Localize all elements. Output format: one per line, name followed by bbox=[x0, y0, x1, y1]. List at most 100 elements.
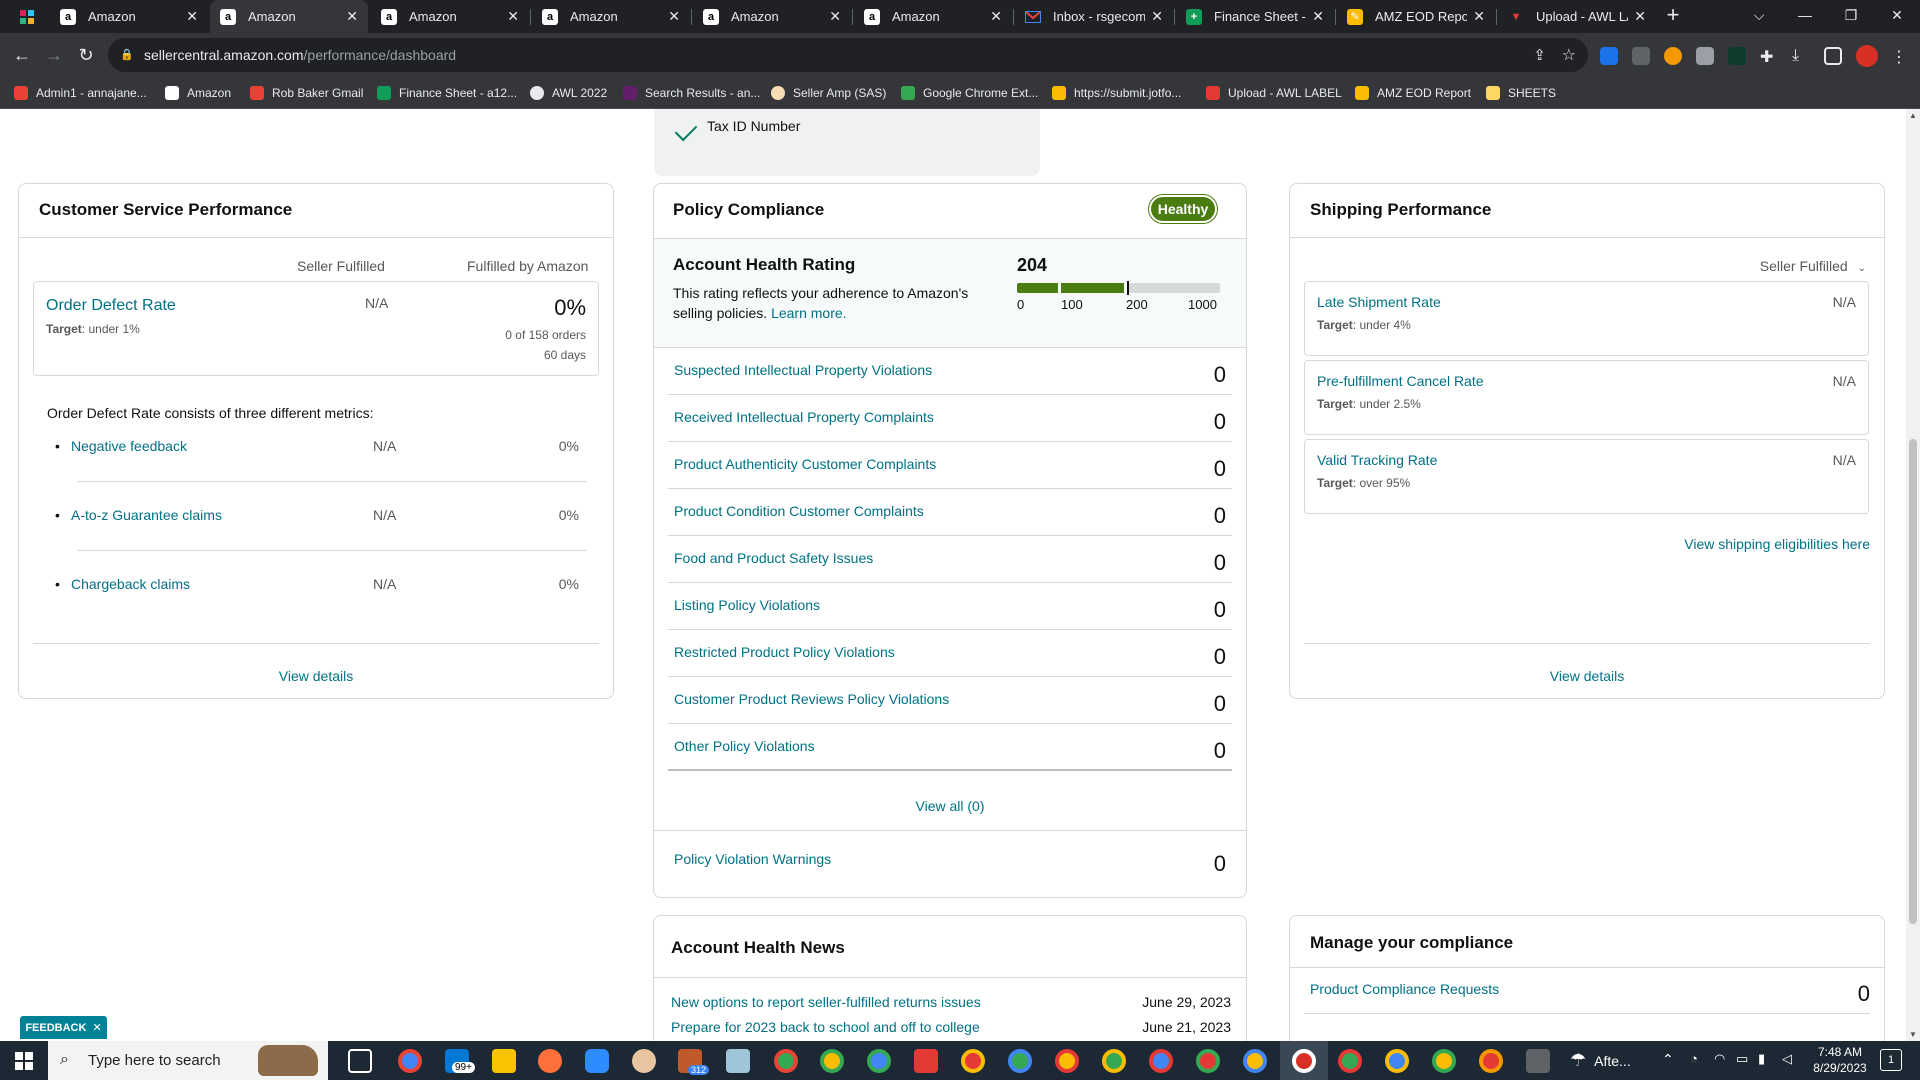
browser-tab[interactable]: + Finance Sheet - a1 ✕ bbox=[1176, 0, 1334, 33]
view-details-link[interactable]: View details bbox=[1290, 668, 1884, 684]
policy-row[interactable]: Product Condition Customer Complaints 0 bbox=[668, 489, 1232, 536]
lock-icon[interactable]: 🔒 bbox=[120, 48, 134, 62]
news-link[interactable]: New options to report seller-fulfilled r… bbox=[671, 994, 981, 1010]
bookmark-item[interactable]: SHEETS bbox=[1486, 84, 1556, 102]
extension-icon[interactable] bbox=[1600, 47, 1618, 65]
bookmark-item[interactable]: Admin1 - annajane... bbox=[14, 84, 147, 102]
policy-row[interactable]: Food and Product Safety Issues 0 bbox=[668, 536, 1232, 583]
close-tab-icon[interactable]: ✕ bbox=[1634, 8, 1646, 25]
chrome-profile-icon[interactable] bbox=[1149, 1049, 1173, 1073]
browser-tab[interactable]: a Amazon ✕ bbox=[50, 0, 208, 33]
bookmark-item[interactable]: Upload - AWL LABEL bbox=[1206, 84, 1342, 102]
bookmark-item[interactable]: Rob Baker Gmail bbox=[250, 84, 363, 102]
policy-row[interactable]: Suspected Intellectual Property Violatio… bbox=[668, 348, 1232, 395]
close-tab-icon[interactable]: ✕ bbox=[990, 8, 1002, 25]
a-to-z-claims-link[interactable]: A-to-z Guarantee claims bbox=[71, 507, 222, 523]
learn-more-link[interactable]: Learn more. bbox=[771, 305, 846, 321]
chrome-profile-icon[interactable] bbox=[1008, 1049, 1032, 1073]
chrome-profile-icon[interactable] bbox=[1243, 1049, 1267, 1073]
scroll-down-icon[interactable]: ▼ bbox=[1909, 1030, 1917, 1039]
tab-search-icon[interactable] bbox=[18, 8, 36, 26]
fulfillment-dropdown[interactable]: Seller Fulfilled ⌄ bbox=[1760, 258, 1866, 274]
close-tab-icon[interactable]: ✕ bbox=[507, 8, 519, 25]
bookmark-item[interactable]: Seller Amp (SAS) bbox=[771, 84, 886, 102]
task-view-icon[interactable] bbox=[348, 1049, 372, 1073]
app-icon[interactable] bbox=[632, 1049, 656, 1073]
chrome-profile-icon[interactable] bbox=[1432, 1049, 1456, 1073]
tab-list-chevron-icon[interactable]: ⌵ bbox=[1736, 0, 1782, 30]
browser-tab[interactable]: a Amazon ✕ bbox=[371, 0, 529, 33]
back-arrow-icon[interactable]: ← bbox=[8, 41, 36, 69]
notepad-icon[interactable] bbox=[726, 1049, 750, 1073]
policy-warnings-row[interactable]: Policy Violation Warnings 0 bbox=[668, 834, 1232, 894]
negative-feedback-link[interactable]: Negative feedback bbox=[71, 438, 187, 454]
windows-start-button[interactable] bbox=[0, 1041, 48, 1080]
page-scrollbar[interactable]: ▲ ▼ bbox=[1906, 109, 1920, 1041]
browser-tab[interactable]: a Amazon ✕ bbox=[854, 0, 1012, 33]
product-compliance-requests-link[interactable]: Product Compliance Requests bbox=[1310, 981, 1499, 997]
forward-arrow-icon[interactable]: → bbox=[40, 41, 68, 69]
kebab-menu-icon[interactable]: ⋮ bbox=[1890, 47, 1908, 66]
chrome-profile-icon[interactable] bbox=[820, 1049, 844, 1073]
scroll-up-icon[interactable]: ▲ bbox=[1909, 111, 1917, 120]
puzzle-icon[interactable]: ✚ bbox=[1760, 47, 1778, 66]
new-tab-button[interactable]: + bbox=[1661, 4, 1685, 28]
extension-icon[interactable] bbox=[1696, 47, 1714, 65]
volume-icon[interactable]: ◁ bbox=[1782, 1051, 1792, 1067]
close-tab-icon[interactable]: ✕ bbox=[1312, 8, 1324, 25]
display-icon[interactable]: ▭ bbox=[1736, 1051, 1748, 1067]
close-window-button[interactable]: ✕ bbox=[1874, 0, 1920, 30]
vivaldi-icon[interactable] bbox=[914, 1049, 938, 1073]
file-explorer-icon[interactable] bbox=[492, 1049, 516, 1073]
close-tab-icon[interactable]: ✕ bbox=[346, 8, 358, 25]
pre-fulfillment-cancel-rate-link[interactable]: Pre-fulfillment Cancel Rate bbox=[1317, 373, 1484, 389]
bookmark-item[interactable]: Finance Sheet - a12... bbox=[377, 84, 517, 102]
policy-row[interactable]: Received Intellectual Property Complaint… bbox=[668, 395, 1232, 442]
battery-icon[interactable]: ▮ bbox=[1758, 1051, 1765, 1067]
chrome-profile-icon[interactable] bbox=[1196, 1049, 1220, 1073]
late-shipment-rate-link[interactable]: Late Shipment Rate bbox=[1317, 294, 1441, 310]
close-tab-icon[interactable]: ✕ bbox=[668, 8, 680, 25]
policy-row[interactable]: Listing Policy Violations 0 bbox=[668, 583, 1232, 630]
clock[interactable]: 7:48 AM 8/29/2023 bbox=[1808, 1044, 1872, 1076]
browser-tab[interactable]: ▼ Upload - AWL LAB ✕ bbox=[1498, 0, 1656, 33]
view-details-link[interactable]: View details bbox=[19, 668, 613, 684]
extension-icon[interactable] bbox=[1728, 47, 1746, 65]
bookmark-item[interactable]: Google Chrome Ext... bbox=[901, 84, 1038, 102]
wifi-icon[interactable]: ◠ bbox=[1714, 1051, 1725, 1067]
policy-row[interactable]: Customer Product Reviews Policy Violatio… bbox=[668, 677, 1232, 724]
view-all-link[interactable]: View all (0) bbox=[654, 798, 1246, 814]
restore-button[interactable]: ❐ bbox=[1828, 0, 1874, 30]
reload-icon[interactable]: ↻ bbox=[72, 41, 100, 69]
chrome-profile-icon[interactable] bbox=[1338, 1049, 1362, 1073]
browser-tab[interactable]: Inbox - rsgecomm ✕ bbox=[1015, 0, 1173, 33]
bookmark-item[interactable]: Amazon bbox=[165, 84, 231, 102]
zoom-icon[interactable] bbox=[585, 1049, 609, 1073]
browser-tab[interactable]: ✎ AMZ EOD Report ✕ bbox=[1337, 0, 1495, 33]
policy-row[interactable]: Other Policy Violations 0 bbox=[668, 724, 1232, 771]
tray-chevron-icon[interactable]: ⌃ bbox=[1662, 1051, 1674, 1068]
policy-row[interactable]: Product Authenticity Customer Complaints… bbox=[668, 442, 1232, 489]
profile-avatar[interactable] bbox=[1856, 45, 1878, 67]
download-icon[interactable]: ⤓ bbox=[1792, 47, 1810, 65]
feedback-button[interactable]: FEEDBACK ✕ bbox=[20, 1016, 107, 1039]
extension-icon[interactable] bbox=[1664, 47, 1682, 65]
calculator-icon[interactable] bbox=[1526, 1049, 1550, 1073]
valid-tracking-rate-link[interactable]: Valid Tracking Rate bbox=[1317, 452, 1437, 468]
chrome-profile-icon[interactable] bbox=[1102, 1049, 1126, 1073]
chrome-profile-icon[interactable] bbox=[867, 1049, 891, 1073]
close-tab-icon[interactable]: ✕ bbox=[186, 8, 198, 25]
news-link[interactable]: Prepare for 2023 back to school and off … bbox=[671, 1019, 980, 1035]
chrome-profile-icon[interactable] bbox=[961, 1049, 985, 1073]
bookmark-item[interactable]: Search Results - an... bbox=[623, 84, 760, 102]
minimize-button[interactable]: — bbox=[1782, 0, 1828, 30]
scrollbar-thumb[interactable] bbox=[1909, 439, 1917, 924]
chargeback-claims-link[interactable]: Chargeback claims bbox=[71, 576, 190, 592]
chrome-profile-icon[interactable] bbox=[1385, 1049, 1409, 1073]
policy-row[interactable]: Restricted Product Policy Violations 0 bbox=[668, 630, 1232, 677]
close-icon[interactable]: ✕ bbox=[92, 1021, 101, 1034]
browser-tab[interactable]: a Amazon ✕ bbox=[693, 0, 851, 33]
weather-widget[interactable]: ☂ Afte... bbox=[1570, 1041, 1631, 1080]
compliance-row[interactable]: Product Compliance Requests 0 bbox=[1304, 968, 1870, 1014]
chrome-profile-icon[interactable] bbox=[1055, 1049, 1079, 1073]
